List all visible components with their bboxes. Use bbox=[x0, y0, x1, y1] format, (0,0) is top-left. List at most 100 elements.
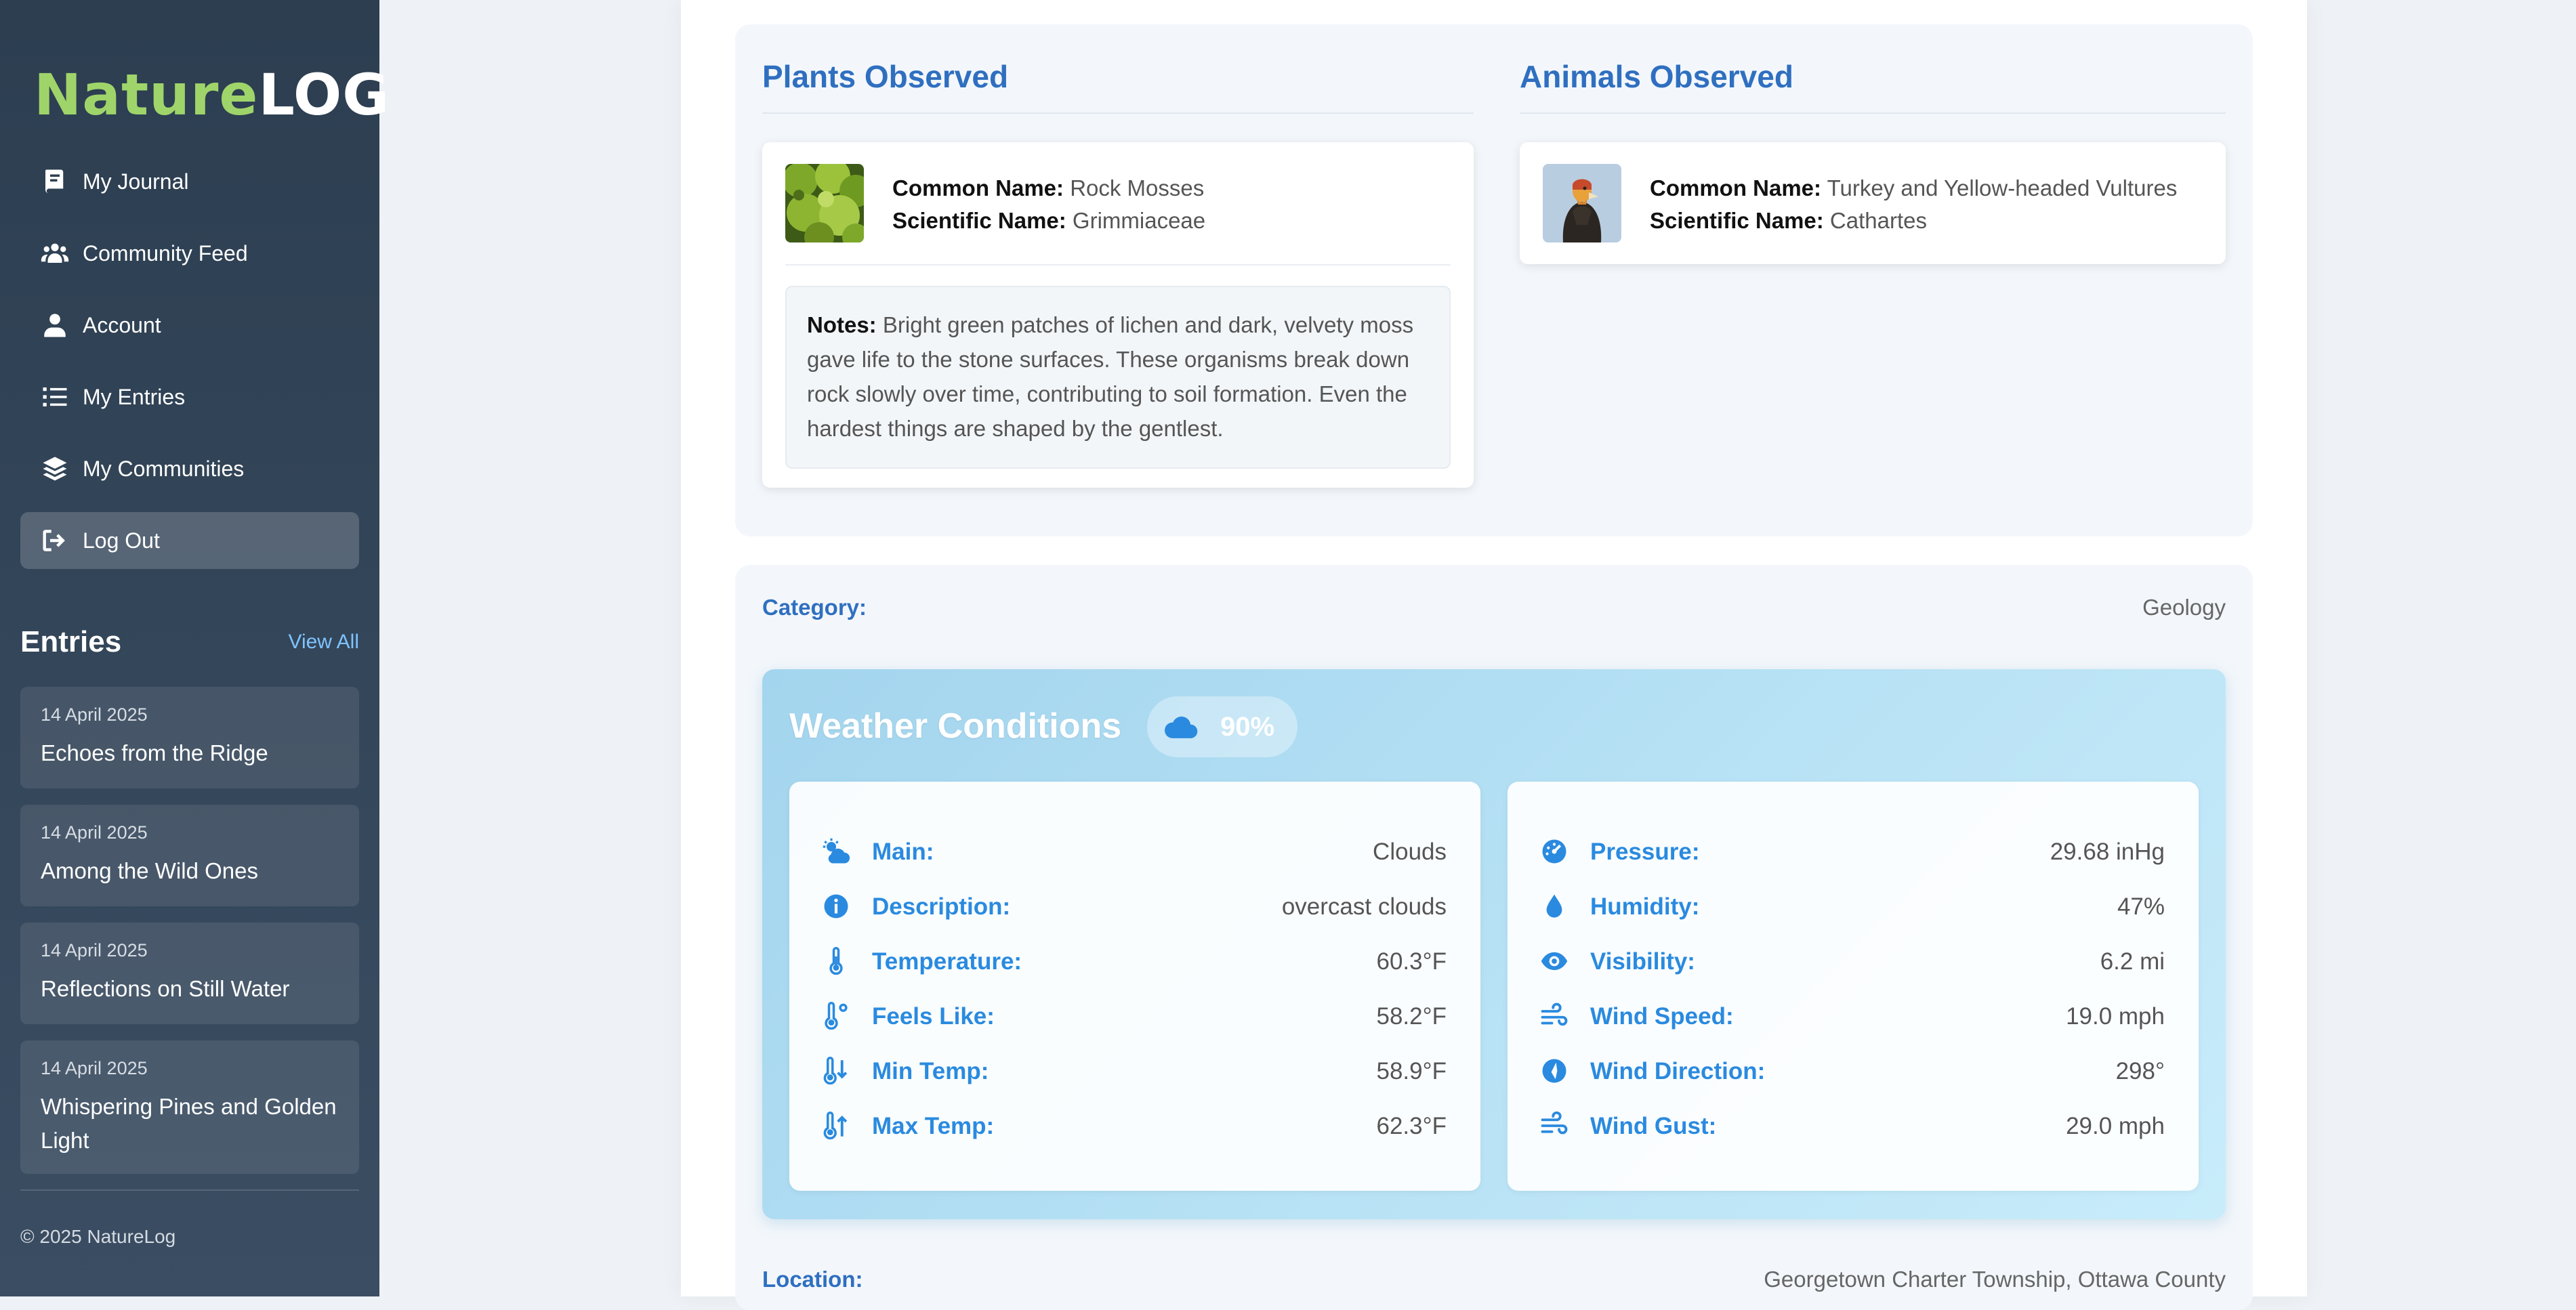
weather-row-humidity: Humidity: 47% bbox=[1508, 885, 2199, 926]
temp-down-icon bbox=[823, 1057, 848, 1085]
plants-divider bbox=[762, 112, 1474, 114]
cloud-cover-value: 90% bbox=[1220, 711, 1275, 742]
nav-community-feed[interactable]: Community Feed bbox=[20, 225, 359, 282]
weather-label: Feels Like: bbox=[872, 1003, 995, 1030]
weather-label: Min Temp: bbox=[872, 1058, 989, 1084]
entry-title: Among the Wild Ones bbox=[41, 858, 258, 883]
nav-label: Account bbox=[83, 312, 161, 337]
users-icon bbox=[41, 243, 69, 263]
weather-value: 29.0 mph bbox=[2066, 1113, 2165, 1139]
entry-card[interactable]: 14 April 2025 Whispering Pines and Golde… bbox=[20, 1040, 359, 1174]
sidebar-nav: My Journal Community Feed Account My Ent… bbox=[20, 153, 359, 584]
entry-card[interactable]: 14 April 2025 Among the Wild Ones bbox=[20, 805, 359, 906]
animal-common-name: Common Name: Turkey and Yellow-headed Vu… bbox=[1650, 172, 2177, 205]
nav-label: My Entries bbox=[83, 384, 186, 409]
animal-scientific-name: Scientific Name: Cathartes bbox=[1650, 205, 2177, 237]
compass-icon bbox=[1542, 1059, 1566, 1083]
weather-row-temperature: Temperature: 60.3°F bbox=[789, 940, 1480, 981]
sidebar-divider bbox=[20, 1189, 359, 1191]
plant-thumbnail[interactable] bbox=[785, 164, 864, 242]
weather-value: 29.68 inHg bbox=[2050, 839, 2165, 865]
cloud-icon bbox=[1165, 716, 1198, 738]
nav-label: My Communities bbox=[83, 456, 245, 481]
cloud-sun-icon bbox=[823, 838, 850, 864]
nav-my-communities[interactable]: My Communities bbox=[20, 440, 359, 497]
entry-date: 14 April 2025 bbox=[41, 940, 148, 960]
entry-title: Whispering Pines and Golden Light bbox=[41, 1094, 337, 1153]
nav-label: Log Out bbox=[83, 528, 160, 553]
observations-card: Plants Observed Common Name: Rock Mosses… bbox=[735, 24, 2253, 536]
category-label: Category: bbox=[762, 595, 867, 620]
weather-value: 60.3°F bbox=[1376, 948, 1447, 975]
wind-gust-icon bbox=[1541, 1112, 1568, 1135]
weather-row-description: Description: overcast clouds bbox=[789, 885, 1480, 926]
app-logo[interactable]: NatureLOG bbox=[34, 54, 390, 135]
animal-names: Common Name: Turkey and Yellow-headed Vu… bbox=[1650, 172, 2177, 237]
entry-title: Reflections on Still Water bbox=[41, 976, 290, 1001]
wind-icon bbox=[1541, 1002, 1568, 1026]
logo-nature: Nature bbox=[34, 62, 259, 128]
weather-panel-right: Pressure: 29.68 inHg Humidity: 47% Visib… bbox=[1508, 782, 2199, 1191]
scientific-name-value: Grimmiaceae bbox=[1072, 208, 1206, 233]
weather-row-wind-gust: Wind Gust: 29.0 mph bbox=[1508, 1105, 2199, 1145]
weather-label: Main: bbox=[872, 839, 934, 865]
entry-date: 14 April 2025 bbox=[41, 704, 148, 725]
entries-header: Entries View All bbox=[20, 623, 359, 661]
cloud-cover-badge: 90% bbox=[1147, 696, 1297, 757]
plant-card-divider bbox=[785, 264, 1451, 266]
weather-label: Description: bbox=[872, 893, 1011, 920]
weather-label: Wind Gust: bbox=[1590, 1113, 1717, 1139]
location-value: Georgetown Charter Township, Ottawa Coun… bbox=[1764, 1267, 2226, 1292]
temp-up-icon bbox=[823, 1112, 848, 1140]
nav-my-entries[interactable]: My Entries bbox=[20, 368, 359, 425]
nav-label: My Journal bbox=[83, 169, 189, 194]
weather-label: Wind Direction: bbox=[1590, 1058, 1766, 1084]
plant-card: Common Name: Rock Mosses Scientific Name… bbox=[762, 142, 1474, 488]
weather-label: Max Temp: bbox=[872, 1113, 995, 1139]
weather-value: 58.2°F bbox=[1376, 1003, 1447, 1030]
thermometer-icon bbox=[829, 947, 843, 975]
common-name-value: Rock Mosses bbox=[1070, 175, 1205, 200]
entry-card[interactable]: 14 April 2025 Reflections on Still Water bbox=[20, 923, 359, 1024]
animal-card: Common Name: Turkey and Yellow-headed Vu… bbox=[1520, 142, 2226, 264]
logo-log: LOG bbox=[258, 62, 390, 128]
weather-value: 298° bbox=[2115, 1058, 2165, 1084]
entry-date: 14 April 2025 bbox=[41, 1058, 148, 1078]
weather-row-wind-direction: Wind Direction: 298° bbox=[1508, 1050, 2199, 1091]
weather-value: 19.0 mph bbox=[2066, 1003, 2165, 1030]
plant-common-name: Common Name: Rock Mosses bbox=[892, 172, 1205, 205]
weather-row-max-temp: Max Temp: 62.3°F bbox=[789, 1105, 1480, 1145]
nav-account[interactable]: Account bbox=[20, 297, 359, 354]
nav-my-journal[interactable]: My Journal bbox=[20, 153, 359, 210]
entry-title: Echoes from the Ridge bbox=[41, 740, 268, 765]
weather-value: 58.9°F bbox=[1376, 1058, 1447, 1084]
common-name-label: Common Name: bbox=[892, 175, 1064, 200]
scientific-name-label: Scientific Name: bbox=[1650, 208, 1824, 233]
entry-info-card: Category: Geology Weather Conditions 90%… bbox=[735, 565, 2253, 1310]
animal-thumbnail[interactable] bbox=[1543, 164, 1621, 242]
weather-value: overcast clouds bbox=[1281, 893, 1447, 920]
weather-label: Temperature: bbox=[872, 948, 1022, 975]
notes-label: Notes: bbox=[807, 312, 877, 337]
weather-label: Visibility: bbox=[1590, 948, 1695, 975]
common-name-value: Turkey and Yellow-headed Vultures bbox=[1827, 175, 2178, 200]
nav-log-out[interactable]: Log Out bbox=[20, 512, 359, 569]
scientific-name-label: Scientific Name: bbox=[892, 208, 1066, 233]
copyright: © 2025 NatureLog bbox=[20, 1226, 176, 1247]
entry-card[interactable]: 14 April 2025 Echoes from the Ridge bbox=[20, 687, 359, 788]
weather-label: Pressure: bbox=[1590, 839, 1700, 865]
weather-value: 47% bbox=[2117, 893, 2165, 920]
weather-title: Weather Conditions bbox=[789, 706, 1122, 746]
location-label: Location: bbox=[762, 1267, 863, 1292]
view-all-link[interactable]: View All bbox=[288, 631, 359, 654]
weather-row-pressure: Pressure: 29.68 inHg bbox=[1508, 830, 2199, 871]
nav-label: Community Feed bbox=[83, 240, 248, 266]
scientific-name-value: Cathartes bbox=[1829, 208, 1927, 233]
layers-icon bbox=[43, 457, 67, 481]
info-icon bbox=[824, 894, 848, 918]
animals-divider bbox=[1520, 112, 2226, 114]
weather-label: Wind Speed: bbox=[1590, 1003, 1734, 1030]
weather-value: Clouds bbox=[1373, 839, 1447, 865]
thermometer-degree-icon bbox=[825, 1002, 848, 1030]
book-icon bbox=[45, 169, 64, 194]
